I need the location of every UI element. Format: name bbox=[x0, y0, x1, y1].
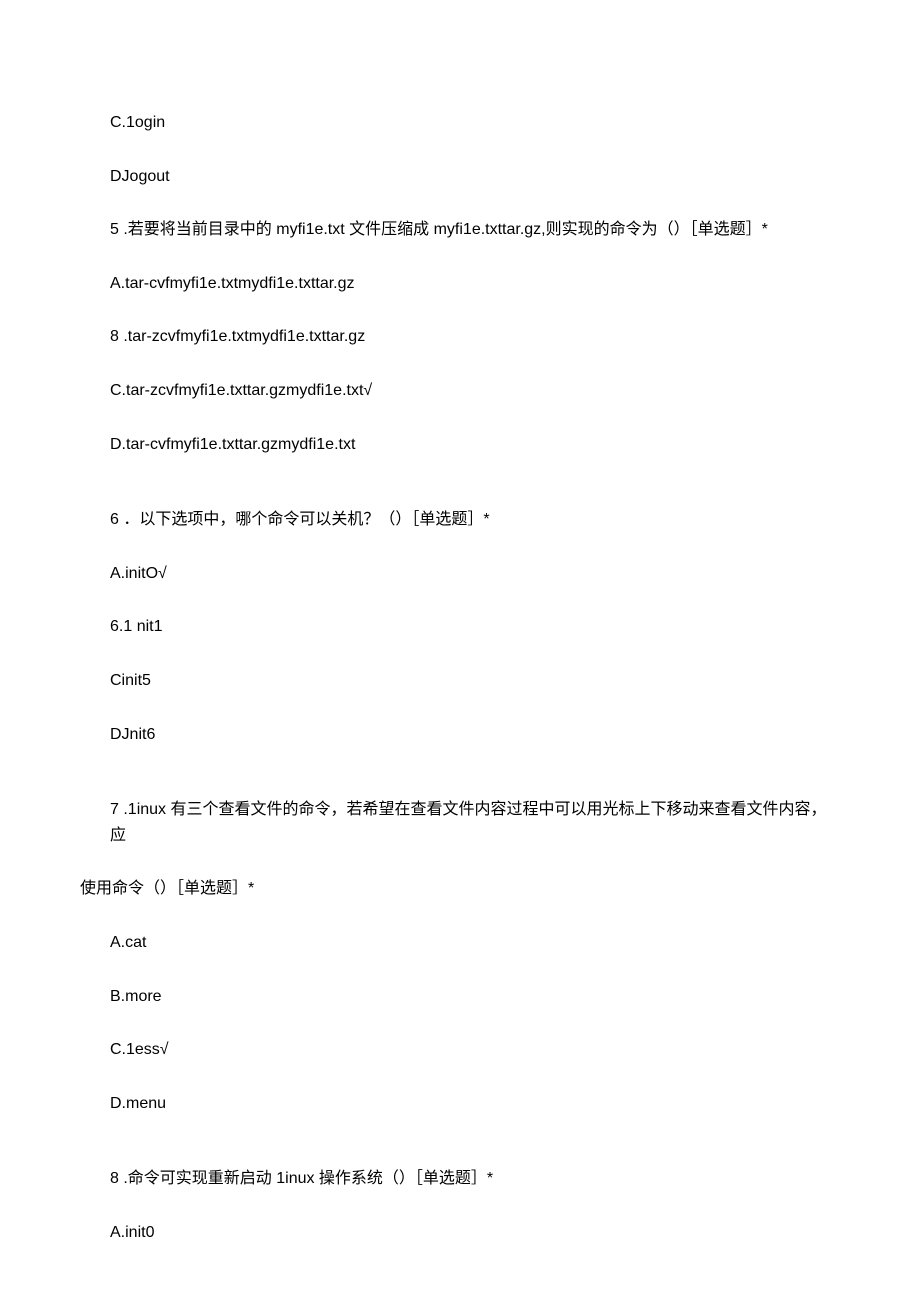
question-7-option-b: B.more bbox=[110, 984, 840, 1010]
question-5-option-b: 8 .tar-zcvfmyfi1e.txtmydfi1e.txttar.gz bbox=[110, 324, 840, 350]
option-text: C.1ogin bbox=[110, 110, 840, 136]
question-8-prompt: 8 .命令可实现重新启动 1inux 操作系统（）［单选题］* bbox=[110, 1166, 840, 1192]
question-5-option-a: A.tar-cvfmyfi1e.txtmydfi1e.txttar.gz bbox=[110, 271, 840, 297]
question-8-option-a: A.init0 bbox=[110, 1220, 840, 1246]
question-7-option-d: D.menu bbox=[110, 1091, 840, 1117]
question-5-option-d: D.tar-cvfmyfi1e.txttar.gzmydfi1e.txt bbox=[110, 432, 840, 458]
question-5-option-c: C.tar-zcvfmyfi1e.txttar.gzmydfi1e.txt√ bbox=[110, 378, 840, 404]
spacer bbox=[110, 775, 840, 797]
question-7-prompt-line-2: 使用命令（）［单选题］* bbox=[80, 876, 840, 902]
question-6-option-a: A.initO√ bbox=[110, 561, 840, 587]
question-6-option-b: 6.1 nit1 bbox=[110, 614, 840, 640]
question-7-option-c: C.1ess√ bbox=[110, 1037, 840, 1063]
question-7-prompt-line-1: 7 .1inux 有三个查看文件的命令，若希望在查看文件内容过程中可以用光标上下… bbox=[110, 797, 840, 848]
spacer bbox=[110, 485, 840, 507]
question-6-prompt: 6 ．以下选项中，哪个命令可以关机？（）［单选题］* bbox=[110, 507, 840, 533]
question-6-option-d: DJnit6 bbox=[110, 722, 840, 748]
question-6-option-c: Cinit5 bbox=[110, 668, 840, 694]
spacer bbox=[110, 1144, 840, 1166]
question-5-prompt: 5 .若要将当前目录中的 myfi1e.txt 文件压缩成 myfi1e.txt… bbox=[110, 217, 840, 243]
option-text: DJogout bbox=[110, 164, 840, 190]
question-7-option-a: A.cat bbox=[110, 930, 840, 956]
